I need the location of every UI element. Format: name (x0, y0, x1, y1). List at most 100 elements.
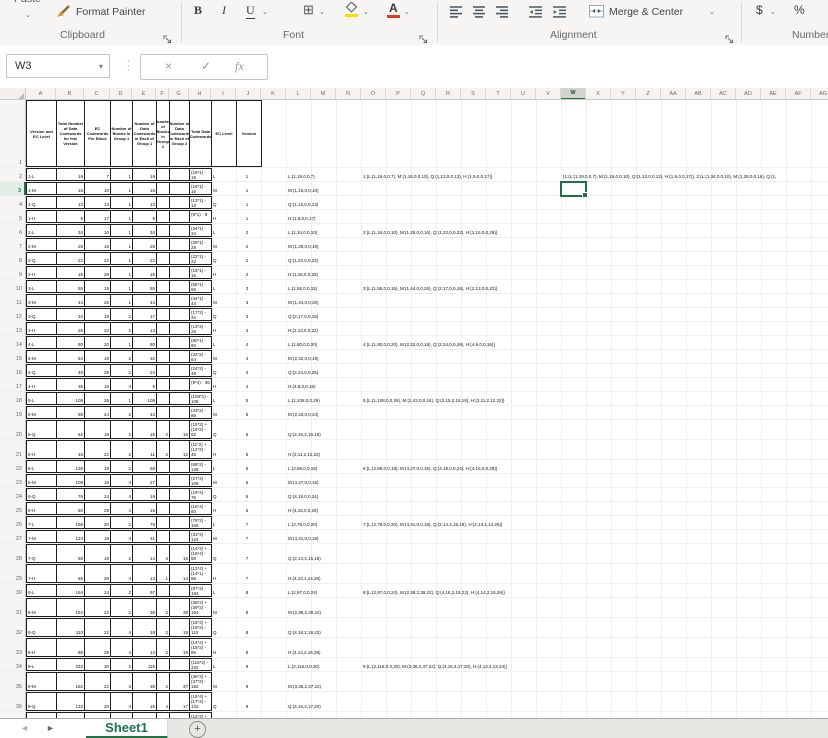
cell-text[interactable]: 3 (238, 314, 256, 319)
column-header-AA[interactable]: AA (661, 88, 686, 100)
table-cell[interactable]: 26 (56, 322, 85, 335)
cell-text[interactable]: M (213, 300, 217, 305)
column-header-AG[interactable]: AG (811, 88, 828, 100)
table-cell[interactable] (169, 364, 190, 377)
cell-text[interactable]: H:(4,15,0,0,28) (288, 508, 318, 513)
table-cell[interactable]: 76 (56, 488, 85, 501)
table-cell[interactable]: 1 (110, 252, 133, 265)
table-cell[interactable]: 28 (84, 502, 111, 515)
table-cell[interactable]: 36 (132, 672, 157, 691)
cell-text[interactable]: L:(2,97,0,0,24) (288, 590, 317, 595)
row-header-21[interactable]: 21 (0, 440, 26, 459)
cell-text[interactable]: 3 (238, 328, 256, 333)
cell-text[interactable]: 6 (238, 466, 256, 471)
table-cell[interactable]: 19 (132, 488, 157, 501)
table-cell[interactable]: 8-H (26, 638, 57, 657)
cell-text[interactable]: 7 (238, 522, 256, 527)
table-cell[interactable]: 6-M (26, 474, 57, 487)
row-header-29[interactable]: 29 (0, 564, 26, 583)
column-header-A[interactable]: A (26, 88, 56, 100)
table-cell[interactable]: 6-H (26, 502, 57, 515)
cell-text[interactable]: H:(4,9,0,0,16) (288, 384, 316, 389)
table-cell[interactable]: 64 (56, 350, 85, 363)
table-cell[interactable]: 18 (84, 460, 111, 473)
table-cell[interactable]: EC Level (211, 100, 237, 167)
table-cell[interactable]: EC Codewords Per Block (84, 100, 111, 167)
table-cell[interactable]: (108*1) - 108 (189, 392, 212, 405)
table-cell[interactable]: (15*4) - 60 (189, 502, 212, 515)
table-cell[interactable]: 4 (156, 544, 170, 563)
cell-text[interactable]: L:(1,19,0,0,7) (288, 174, 315, 179)
cell-text[interactable]: L (213, 466, 216, 471)
sheet-tab-active[interactable]: Sheet1 (86, 719, 168, 738)
cell-text[interactable]: 2 (238, 244, 256, 249)
row-header-8[interactable]: 8 (0, 252, 26, 265)
table-cell[interactable]: 44 (132, 294, 157, 307)
row-header-28[interactable]: 28 (0, 544, 26, 563)
cell-text[interactable]: H:(4,14,2,15,26) (288, 650, 321, 655)
table-cell[interactable]: 4-M (26, 350, 57, 363)
table-cell[interactable]: 2 (156, 420, 170, 439)
row-header-22[interactable]: 22 (0, 460, 26, 473)
table-cell[interactable]: 16 (56, 182, 85, 195)
cell-text[interactable]: 6 (238, 494, 256, 499)
table-cell[interactable]: (11*2) + (12*2) - 46 (189, 440, 212, 459)
table-cell[interactable]: Total Number of Data Codewords for this … (56, 100, 85, 167)
table-cell[interactable] (156, 488, 170, 501)
column-header-N[interactable]: N (336, 88, 361, 100)
cell-text[interactable]: L (213, 286, 216, 291)
table-cell[interactable]: 1 (110, 224, 133, 237)
name-box[interactable]: W3 ▾ (6, 54, 110, 78)
table-cell[interactable]: 22 (84, 672, 111, 691)
table-cell[interactable]: 9 (132, 210, 157, 223)
cell-text[interactable]: Q (213, 494, 217, 499)
table-cell[interactable]: 7-M (26, 530, 57, 543)
cell-text[interactable]: 5 (238, 432, 256, 437)
table-cell[interactable]: (19*4) - 76 (189, 488, 212, 501)
table-cell[interactable]: (44*1) - 44 (189, 294, 212, 307)
cell-text[interactable]: 4:{L:(1,80,0,0,20), M:(2,32,0,0,18), Q:(… (363, 342, 495, 347)
table-cell[interactable] (156, 322, 170, 335)
table-cell[interactable]: 19 (169, 618, 190, 637)
table-cell[interactable] (156, 308, 170, 321)
table-cell[interactable]: 5-H (26, 440, 57, 459)
underline-chevron-icon[interactable]: ⌄ (262, 8, 268, 16)
increase-indent-icon[interactable] (553, 5, 567, 23)
table-cell[interactable]: 10 (84, 224, 111, 237)
cell-text[interactable]: Q (213, 704, 217, 709)
table-cell[interactable]: 18 (84, 350, 111, 363)
align-center-icon[interactable] (473, 5, 486, 23)
table-cell[interactable]: 108 (56, 392, 85, 405)
table-cell[interactable] (156, 196, 170, 209)
table-cell[interactable]: 3-L (26, 280, 57, 293)
table-cell[interactable]: 7-H (26, 564, 57, 583)
table-cell[interactable]: 20 (84, 336, 111, 349)
table-cell[interactable]: 30 (84, 658, 111, 671)
cell-text[interactable]: M (213, 356, 217, 361)
table-cell[interactable] (169, 584, 190, 597)
cell-text[interactable]: H (213, 328, 216, 333)
table-cell[interactable]: 154 (56, 598, 85, 617)
cancel-icon[interactable]: × (165, 59, 172, 73)
cell-text[interactable]: 9 (238, 704, 256, 709)
row-header-12[interactable]: 12 (0, 308, 26, 321)
table-cell[interactable]: 2 (110, 584, 133, 597)
column-header-H[interactable]: H (189, 88, 211, 100)
alignment-dialog-launcher-icon[interactable] (725, 31, 734, 40)
table-cell[interactable]: (34*1) - 34 (189, 224, 212, 237)
cell-text[interactable]: L (213, 590, 216, 595)
table-cell[interactable]: (22*1) - 22 (189, 252, 212, 265)
cell-text[interactable]: 1 (238, 188, 256, 193)
cell-text[interactable]: H:(4,13,1,14,26) (288, 576, 321, 581)
table-cell[interactable]: 2 (156, 672, 170, 691)
cell-text[interactable]: 8:{L:(2,97,0,0,24), M:(2,38,2,39,22), Q:… (363, 590, 505, 595)
table-cell[interactable]: 5-Q (26, 420, 57, 439)
table-cell[interactable]: (97*2) - 194 (189, 584, 212, 597)
font-color-icon[interactable]: A (389, 1, 398, 15)
cell-text[interactable]: L (213, 664, 216, 669)
table-cell[interactable]: 1 (110, 182, 133, 195)
table-cell[interactable]: 9 (132, 378, 157, 391)
table-cell[interactable] (169, 406, 190, 419)
column-header-X[interactable]: X (586, 88, 611, 100)
table-cell[interactable]: 1 (110, 336, 133, 349)
